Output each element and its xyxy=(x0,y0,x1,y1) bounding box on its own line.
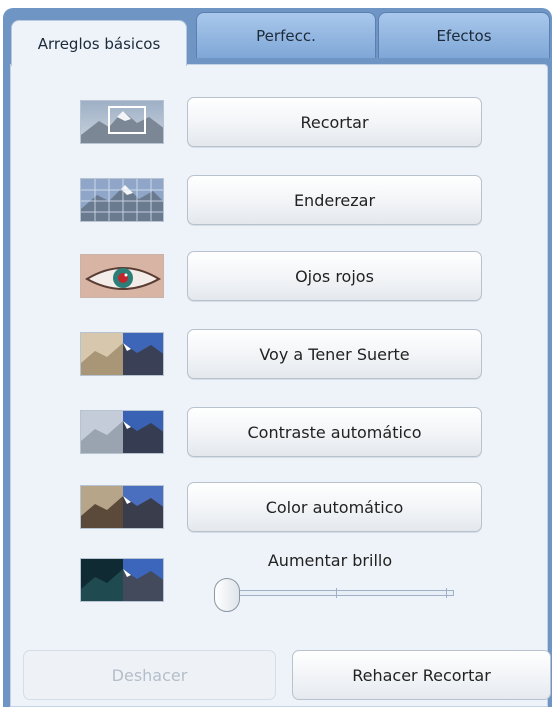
tab-content xyxy=(10,64,548,707)
tab-efectos[interactable]: Efectos xyxy=(378,12,550,58)
fill-light-slider-handle[interactable] xyxy=(214,578,240,612)
auto-color-thumbnail-icon xyxy=(80,485,164,529)
auto-contrast-thumbnail-icon xyxy=(80,410,164,454)
crop-thumbnail-icon xyxy=(80,100,164,144)
undo-button[interactable]: Deshacer xyxy=(23,650,276,700)
red-eye-button[interactable]: Ojos rojos xyxy=(187,251,482,301)
auto-contrast-button[interactable]: Contraste automático xyxy=(187,407,482,457)
fill-light-slider-track[interactable] xyxy=(225,590,454,596)
tab-perfecc[interactable]: Perfecc. xyxy=(196,12,376,58)
straighten-thumbnail-icon xyxy=(80,178,164,222)
fill-light-thumbnail-icon xyxy=(80,558,164,602)
feeling-lucky-thumbnail-icon xyxy=(80,332,164,376)
tab-arreglos-basicos[interactable]: Arreglos básicos xyxy=(11,20,187,66)
straighten-button[interactable]: Enderezar xyxy=(187,175,482,225)
slider-tick xyxy=(446,588,447,598)
slider-tick xyxy=(336,588,337,598)
redo-button[interactable]: Rehacer Recortar xyxy=(292,650,551,700)
red-eye-thumbnail-icon xyxy=(80,254,164,298)
feeling-lucky-button[interactable]: Voy a Tener Suerte xyxy=(187,329,482,379)
auto-color-button[interactable]: Color automático xyxy=(187,482,482,532)
fill-light-label: Aumentar brillo xyxy=(267,551,393,570)
crop-button[interactable]: Recortar xyxy=(187,97,482,147)
